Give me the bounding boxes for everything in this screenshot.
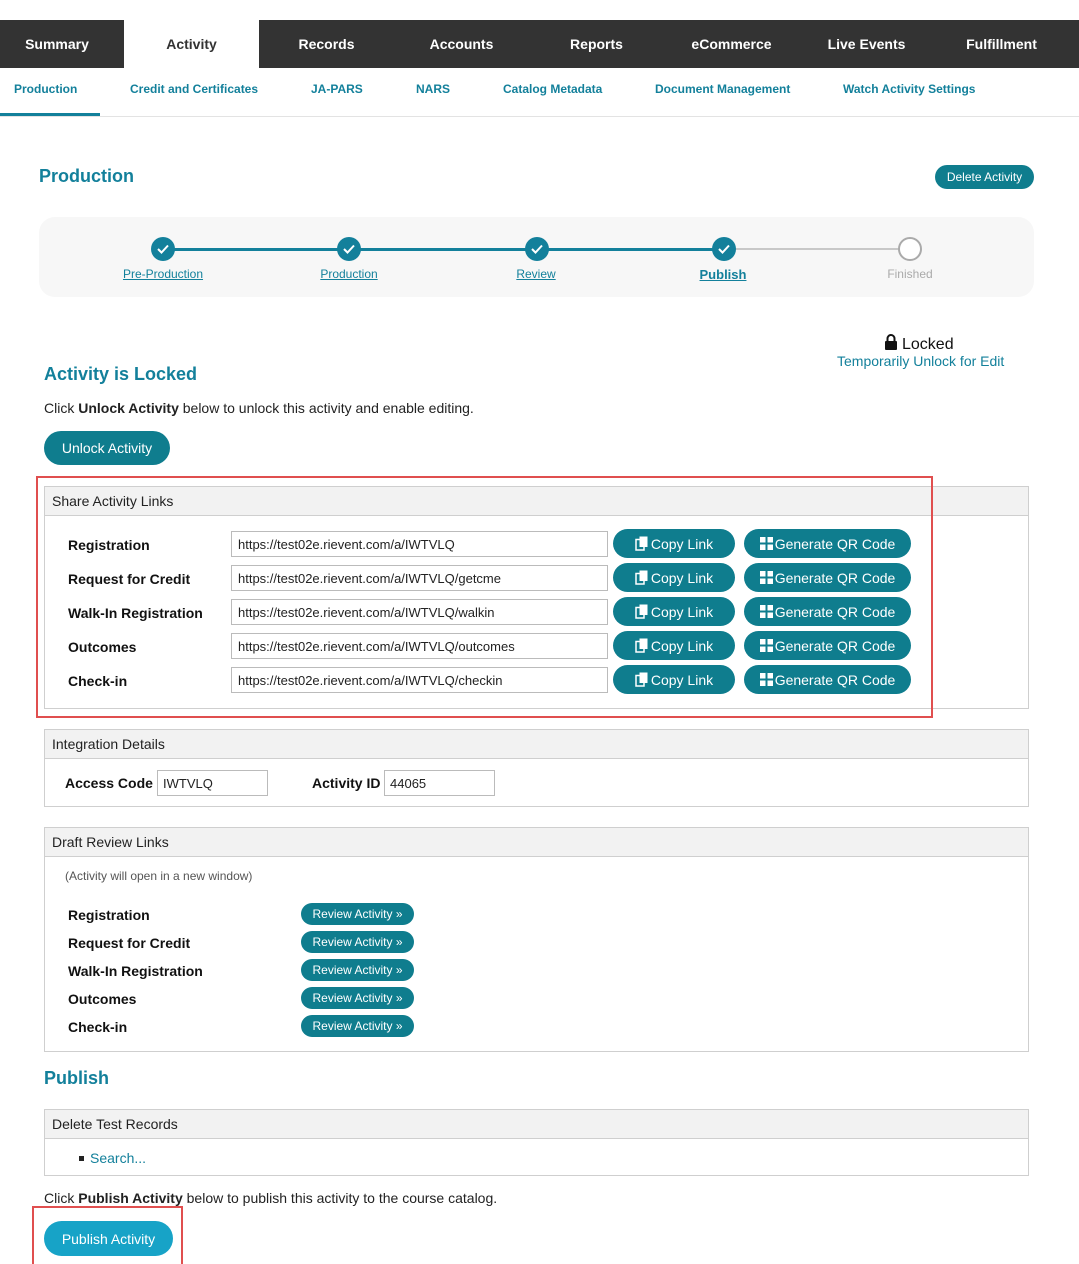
new-window-note: (Activity will open in a new window) bbox=[65, 869, 253, 883]
step-check-icon bbox=[525, 237, 549, 261]
tab-ecommerce[interactable]: eCommerce bbox=[664, 20, 799, 68]
review-row-label: Walk-In Registration bbox=[68, 963, 203, 979]
access-code-label: Access Code bbox=[65, 775, 153, 791]
step-finished: Finished bbox=[887, 267, 933, 281]
subtab-watch-activity-settings[interactable]: Watch Activity Settings bbox=[843, 68, 975, 116]
review-row-label: Request for Credit bbox=[68, 935, 191, 951]
integration-heading: Integration Details bbox=[45, 730, 1028, 759]
tab-activity[interactable]: Activity bbox=[124, 20, 259, 68]
review-activity-button[interactable]: Review Activity » bbox=[301, 903, 414, 925]
review-activity-button[interactable]: Review Activity » bbox=[301, 1015, 414, 1037]
step-check-icon bbox=[712, 237, 736, 261]
activity-id-input[interactable] bbox=[384, 770, 495, 796]
stepper-progress-line bbox=[163, 248, 724, 251]
subtab-production[interactable]: Production bbox=[0, 68, 100, 116]
lock-icon bbox=[884, 334, 898, 355]
lock-status-label: Locked bbox=[902, 335, 954, 353]
tab-reports[interactable]: Reports bbox=[529, 20, 664, 68]
main-nav: Summary Activity Records Accounts Report… bbox=[0, 20, 1079, 68]
temporarily-unlock-link[interactable]: Temporarily Unlock for Edit bbox=[837, 353, 1004, 369]
search-list-item: Search... bbox=[79, 1150, 146, 1166]
publish-highlight bbox=[32, 1206, 183, 1264]
review-activity-button[interactable]: Review Activity » bbox=[301, 959, 414, 981]
share-links-highlight bbox=[36, 476, 933, 718]
integration-details-panel: Integration Details Access Code Activity… bbox=[44, 729, 1029, 807]
unlock-instruction: Click Unlock Activity below to unlock th… bbox=[44, 400, 474, 416]
tab-live-events[interactable]: Live Events bbox=[799, 20, 934, 68]
lock-status: Locked bbox=[884, 334, 954, 355]
tab-records[interactable]: Records bbox=[259, 20, 394, 68]
step-empty-circle-icon bbox=[898, 237, 922, 261]
search-link[interactable]: Search... bbox=[90, 1150, 146, 1166]
step-production[interactable]: Production bbox=[279, 267, 419, 281]
publish-heading: Publish bbox=[44, 1068, 110, 1088]
progress-stepper: Pre-Production Production Review Publish… bbox=[39, 217, 1034, 297]
draft-review-heading: Draft Review Links bbox=[45, 828, 1028, 857]
review-row-label: Registration bbox=[68, 907, 150, 923]
sub-nav: Production Credit and Certificates JA-PA… bbox=[0, 68, 1079, 117]
unlock-activity-button[interactable]: Unlock Activity bbox=[44, 431, 170, 465]
subtab-catalog-metadata[interactable]: Catalog Metadata bbox=[503, 68, 602, 116]
subtab-ja-pars[interactable]: JA-PARS bbox=[311, 68, 363, 116]
draft-review-panel: Draft Review Links (Activity will open i… bbox=[44, 827, 1029, 1052]
tab-fulfillment[interactable]: Fulfillment bbox=[934, 20, 1069, 68]
review-activity-button[interactable]: Review Activity » bbox=[301, 931, 414, 953]
review-row-label: Outcomes bbox=[68, 991, 137, 1007]
access-code-input[interactable] bbox=[157, 770, 268, 796]
step-publish[interactable]: Publish bbox=[653, 267, 793, 282]
delete-test-records-heading: Delete Test Records bbox=[45, 1110, 1028, 1139]
publish-instruction: Click Publish Activity below to publish … bbox=[44, 1190, 498, 1206]
step-check-icon bbox=[151, 237, 175, 261]
subtab-credit-certificates[interactable]: Credit and Certificates bbox=[130, 68, 258, 116]
locked-heading: Activity is Locked bbox=[44, 364, 198, 384]
subtab-document-management[interactable]: Document Management bbox=[655, 68, 790, 116]
step-pre-production[interactable]: Pre-Production bbox=[93, 267, 233, 281]
delete-test-records-panel: Delete Test Records Search... bbox=[44, 1109, 1029, 1176]
step-review[interactable]: Review bbox=[466, 267, 606, 281]
review-activity-button[interactable]: Review Activity » bbox=[301, 987, 414, 1009]
activity-id-label: Activity ID bbox=[312, 775, 381, 791]
step-check-icon bbox=[337, 237, 361, 261]
review-row-label: Check-in bbox=[68, 1019, 128, 1035]
delete-activity-button[interactable]: Delete Activity bbox=[935, 165, 1034, 189]
bullet-icon bbox=[79, 1155, 84, 1161]
stepper-remaining-line bbox=[724, 248, 910, 250]
page-title: Production bbox=[39, 166, 134, 186]
subtab-nars[interactable]: NARS bbox=[416, 68, 450, 116]
tab-summary[interactable]: Summary bbox=[0, 20, 114, 68]
tab-accounts[interactable]: Accounts bbox=[394, 20, 529, 68]
